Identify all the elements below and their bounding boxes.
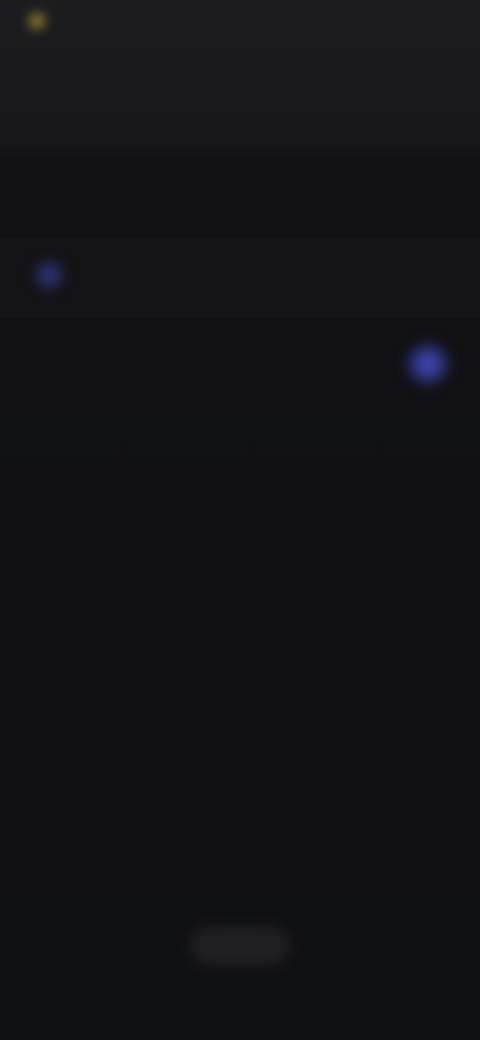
search-icon	[36, 262, 62, 288]
list-item[interactable]	[0, 408, 480, 472]
settings-list	[0, 408, 480, 920]
list-item[interactable]	[0, 472, 480, 536]
footer-button[interactable]	[190, 926, 290, 966]
status-left	[30, 14, 54, 28]
list-item[interactable]	[0, 792, 480, 856]
list-item[interactable]	[0, 728, 480, 792]
list-item[interactable]	[0, 664, 480, 728]
toggle-knob-icon[interactable]	[404, 340, 452, 388]
status-dot-icon	[30, 14, 44, 28]
list-item[interactable]	[0, 600, 480, 664]
list-item[interactable]	[0, 856, 480, 920]
list-item[interactable]	[0, 536, 480, 600]
search-input[interactable]	[80, 258, 444, 296]
app-screen	[0, 0, 480, 1040]
search-row[interactable]	[0, 238, 480, 318]
status-bar	[0, 0, 480, 60]
section-header-row[interactable]	[0, 320, 480, 408]
